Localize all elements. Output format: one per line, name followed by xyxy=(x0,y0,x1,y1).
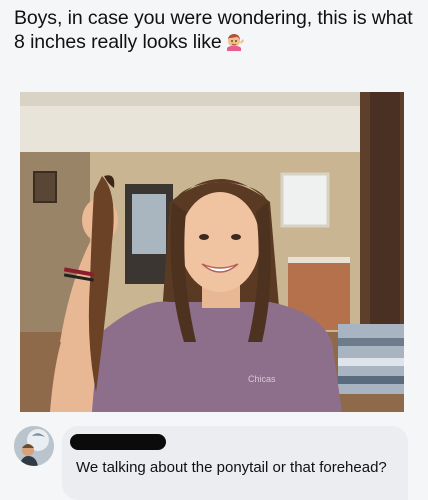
post-photo: Chicas xyxy=(20,92,404,412)
woman-tipping-hand-icon xyxy=(225,33,245,51)
post-caption: Boys, in case you were wondering, this i… xyxy=(14,6,414,54)
comment-bubble: We talking about the ponytail or that fo… xyxy=(62,426,408,500)
redacted-commenter-name xyxy=(70,434,166,450)
comment-text: We talking about the ponytail or that fo… xyxy=(76,459,387,476)
comment-row: We talking about the ponytail or that fo… xyxy=(0,424,428,500)
post-caption-text: Boys, in case you were wondering, this i… xyxy=(14,7,413,53)
svg-text:Chicas: Chicas xyxy=(248,374,276,384)
commenter-avatar[interactable] xyxy=(14,426,54,466)
